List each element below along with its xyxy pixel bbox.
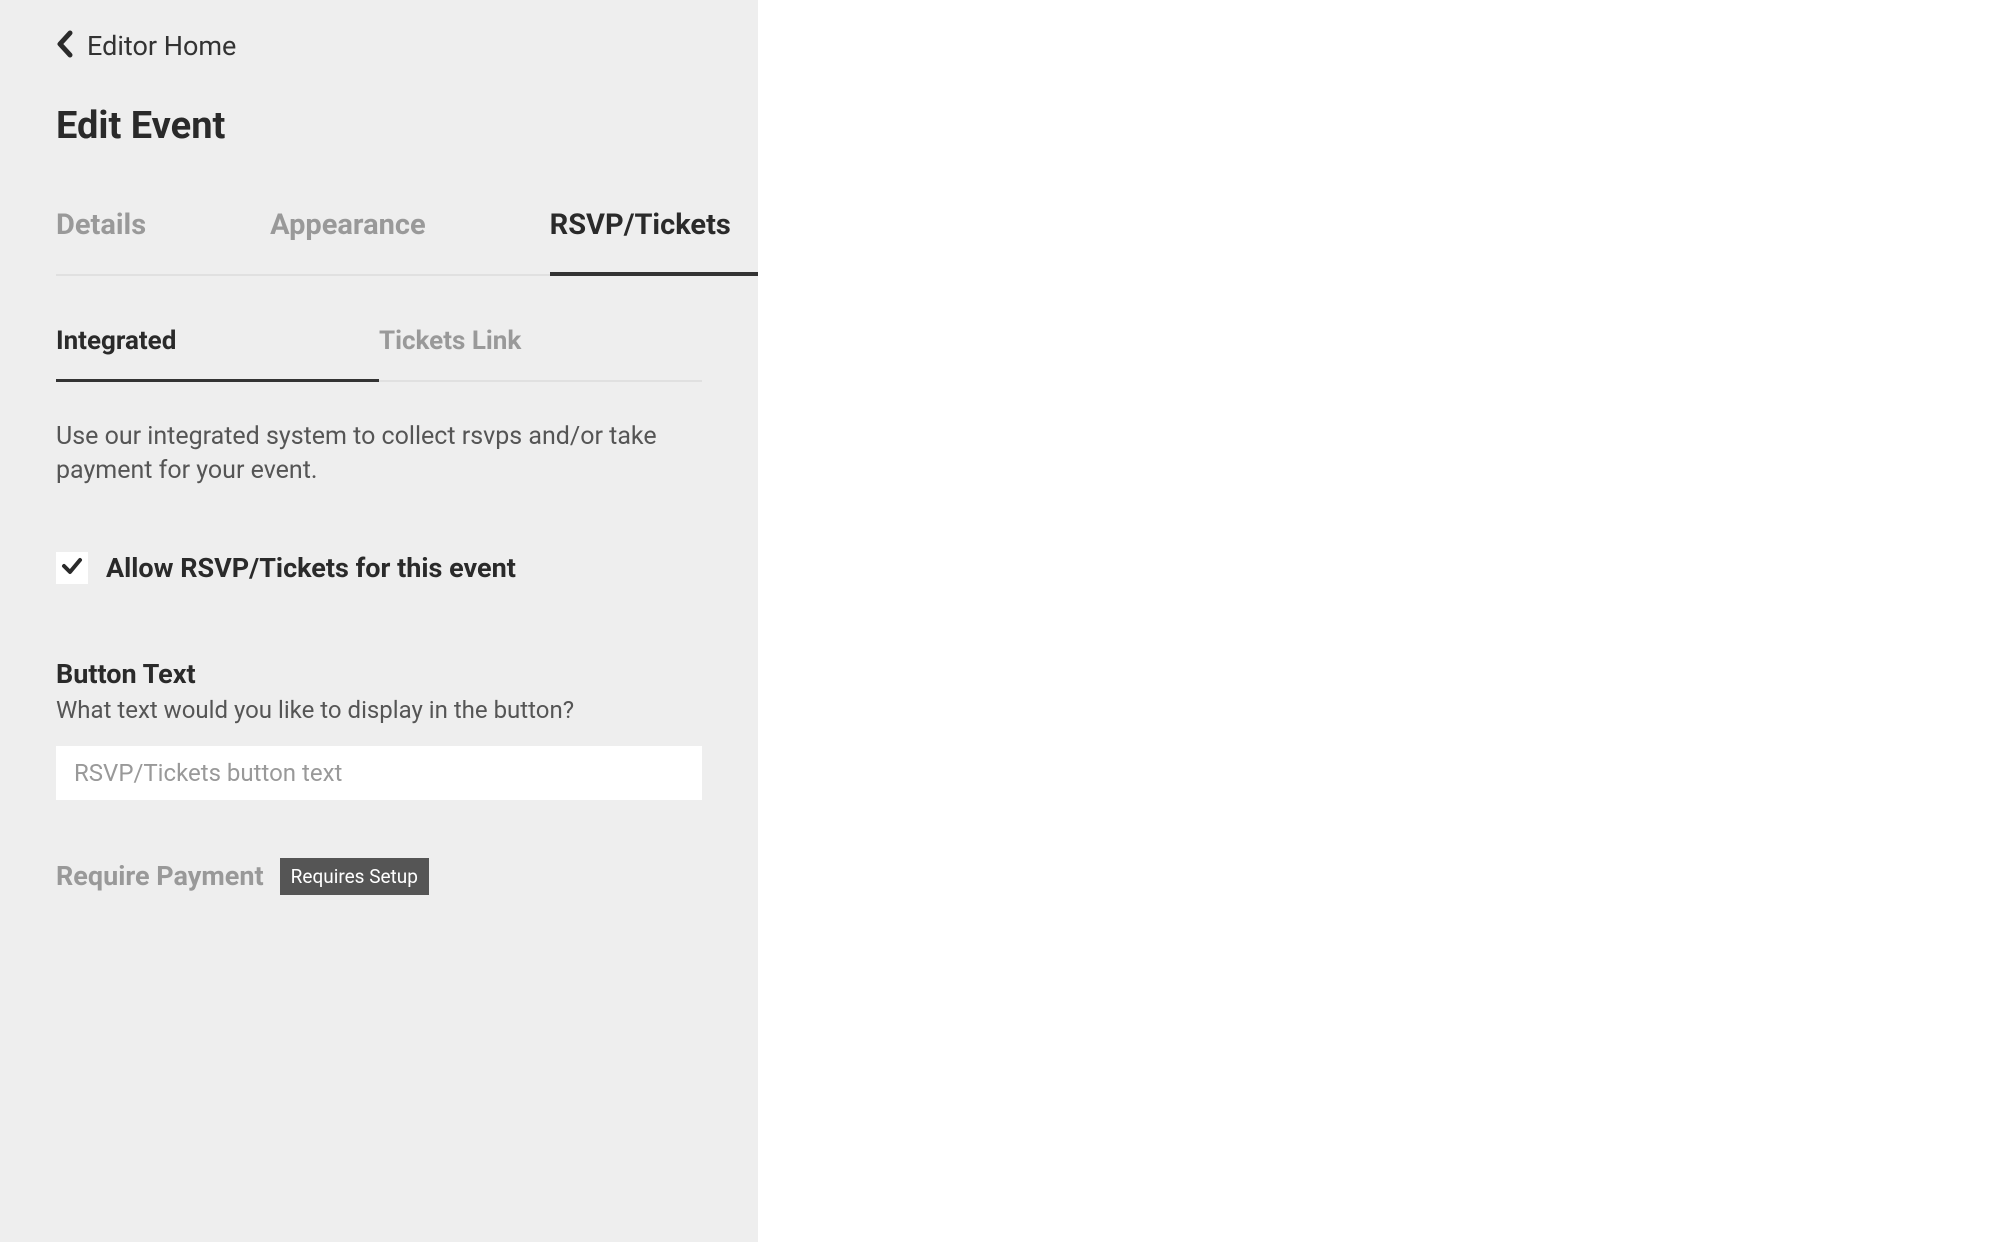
- require-payment-label: Require Payment: [56, 860, 264, 892]
- chevron-left-icon: [56, 30, 73, 62]
- tab-rsvp-tickets[interactable]: RSVP/Tickets: [550, 208, 731, 274]
- preview-area: [758, 0, 2000, 1242]
- back-link-label: Editor Home: [87, 30, 236, 62]
- requires-setup-badge: Requires Setup: [280, 858, 429, 895]
- button-text-heading: Button Text: [56, 658, 702, 690]
- editor-panel: Editor Home Edit Event Details Appearanc…: [0, 0, 758, 1242]
- allow-rsvp-label: Allow RSVP/Tickets for this event: [106, 552, 516, 584]
- tab-details[interactable]: Details: [56, 208, 146, 274]
- check-icon: [61, 555, 83, 581]
- main-tabs: Details Appearance RSVP/Tickets: [56, 208, 702, 276]
- page-title: Edit Event: [56, 104, 702, 148]
- subtab-integrated[interactable]: Integrated: [56, 326, 379, 380]
- button-text-input[interactable]: [56, 746, 702, 800]
- tab-appearance[interactable]: Appearance: [270, 208, 426, 274]
- allow-rsvp-checkbox[interactable]: [56, 552, 88, 584]
- integrated-description: Use our integrated system to collect rsv…: [56, 420, 702, 488]
- allow-rsvp-row: Allow RSVP/Tickets for this event: [56, 552, 702, 584]
- require-payment-row: Require Payment Requires Setup: [56, 858, 702, 895]
- subtab-tickets-link[interactable]: Tickets Link: [379, 326, 702, 380]
- button-text-sub: What text would you like to display in t…: [56, 696, 702, 724]
- sub-tabs: Integrated Tickets Link: [56, 326, 702, 382]
- back-link[interactable]: Editor Home: [56, 30, 702, 62]
